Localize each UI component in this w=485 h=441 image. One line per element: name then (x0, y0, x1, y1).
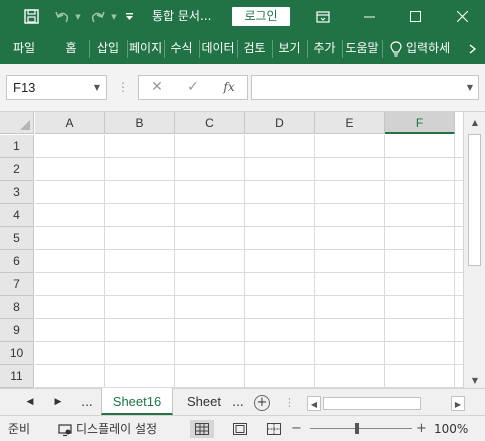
formula-bar-grip-icon[interactable]: ⋮ (117, 77, 129, 97)
expand-formula-bar-icon[interactable]: ▼ (467, 76, 473, 99)
row-header[interactable]: 5 (0, 227, 34, 250)
horizontal-scrollbar[interactable]: ◀ ▶ (307, 396, 465, 411)
status-bar: 준비 디스플레이 설정 − + 100% (0, 415, 485, 441)
save-icon[interactable] (20, 0, 42, 33)
tab-split-grip-icon[interactable]: ⋮ (284, 389, 295, 416)
chevron-down-icon[interactable]: ▼ (94, 76, 100, 99)
vertical-scrollbar[interactable]: ▲ ▼ (463, 112, 485, 388)
zoom-out-button[interactable]: − (291, 416, 302, 441)
ribbon-divider (127, 40, 128, 58)
add-sheet-icon[interactable]: + (254, 395, 270, 411)
tab-home[interactable]: 홈 (56, 33, 86, 64)
select-all-icon (20, 120, 30, 130)
redo-icon[interactable] (86, 0, 110, 33)
scroll-up-icon[interactable]: ▲ (468, 116, 482, 130)
row-header[interactable]: 11 (0, 365, 34, 388)
scroll-left-icon[interactable]: ◀ (307, 396, 321, 411)
name-box[interactable]: F13 ▼ (6, 75, 107, 100)
customize-qat-icon[interactable] (122, 0, 136, 33)
tab-review[interactable]: 검토 (239, 33, 270, 64)
ready-status: 준비 (8, 422, 31, 436)
normal-view-icon[interactable] (190, 420, 214, 438)
row-header[interactable]: 1 (0, 135, 34, 158)
more-sheets-right[interactable]: ... (230, 389, 246, 416)
prev-sheet-icon[interactable]: ◀ (24, 389, 36, 416)
ribbon-divider (237, 40, 238, 58)
zoom-slider[interactable] (310, 428, 412, 429)
tab-data[interactable]: 데이터 (201, 33, 235, 64)
worksheet-grid: A B C D E F 1 2 3 4 5 6 7 8 9 10 11 (0, 112, 463, 388)
title-bar: ▼ ▼ 통합 문서... 로그인 (0, 0, 485, 33)
row-header[interactable]: 8 (0, 296, 34, 319)
scroll-down-icon[interactable]: ▼ (468, 374, 482, 388)
ribbon-divider (272, 40, 273, 58)
display-settings-icon[interactable] (58, 416, 72, 441)
column-header-b[interactable]: B (105, 112, 175, 134)
close-icon[interactable] (439, 0, 485, 33)
display-settings-button[interactable]: 디스플레이 설정 (76, 416, 157, 441)
row-header[interactable]: 2 (0, 158, 34, 181)
column-header-c[interactable]: C (175, 112, 245, 134)
next-sheet-icon[interactable]: ▶ (52, 389, 64, 416)
maximize-icon[interactable] (392, 0, 438, 33)
minimize-icon[interactable] (346, 0, 392, 33)
ribbon-display-icon[interactable] (300, 0, 346, 33)
tab-formulas[interactable]: 수식 (166, 33, 197, 64)
column-header-f[interactable]: F (385, 112, 455, 134)
scroll-right-icon[interactable]: ▶ (451, 396, 465, 411)
sheet-tab-bar: ◀ ▶ ... Sheet16 Sheet ... + ⋮ ◀ ▶ (0, 388, 485, 415)
column-header-a[interactable]: A (35, 112, 105, 134)
cell-area[interactable] (35, 135, 463, 388)
ribbon-divider (307, 40, 308, 58)
tab-insert[interactable]: 삽입 (91, 33, 125, 64)
redo-dropdown-icon[interactable]: ▼ (110, 0, 118, 33)
cancel-icon[interactable]: ✕ (147, 76, 167, 99)
zoom-in-button[interactable]: + (416, 416, 427, 441)
zoom-slider-thumb[interactable] (355, 423, 359, 434)
vertical-scroll-thumb[interactable] (468, 134, 481, 266)
insert-function-icon[interactable]: fx (217, 76, 241, 99)
sheet-tab-active[interactable]: Sheet16 (101, 388, 173, 415)
row-header[interactable]: 10 (0, 342, 34, 365)
ribbon-divider (342, 40, 343, 58)
row-header[interactable]: 3 (0, 181, 34, 204)
column-header-d[interactable]: D (245, 112, 315, 134)
tab-view[interactable]: 보기 (274, 33, 305, 64)
more-sheets-left[interactable]: ... (78, 389, 96, 416)
tab-page-layout[interactable]: 페이지 (129, 33, 162, 64)
tab-help[interactable]: 도움말 (344, 33, 380, 64)
undo-icon[interactable] (50, 0, 74, 33)
row-header[interactable]: 6 (0, 250, 34, 273)
zoom-level[interactable]: 100% (434, 416, 468, 441)
formula-bar: F13 ▼ ⋮ ✕ ✓ fx ▼ (0, 64, 485, 112)
name-box-value: F13 (13, 80, 36, 95)
document-title: 통합 문서... (152, 9, 212, 23)
page-layout-view-icon[interactable] (228, 420, 252, 438)
tell-me-search[interactable]: 입력하세 (406, 33, 460, 64)
ribbon-divider (382, 40, 383, 58)
ribbon-tabs-overflow-icon[interactable] (466, 33, 480, 64)
enter-check-icon[interactable]: ✓ (183, 76, 203, 99)
ribbon-tabs: 파일 홈 삽입 페이지 수식 데이터 검토 보기 추가 도움말 입력하세 (0, 33, 485, 64)
tab-file[interactable]: 파일 (8, 33, 40, 64)
login-button[interactable]: 로그인 (232, 7, 290, 26)
page-break-preview-icon[interactable] (262, 420, 286, 438)
select-all-button[interactable] (0, 112, 34, 134)
column-header-e[interactable]: E (315, 112, 385, 134)
row-header[interactable]: 7 (0, 273, 34, 296)
tab-add-ins[interactable]: 추가 (309, 33, 340, 64)
horizontal-scroll-thumb[interactable] (323, 397, 421, 410)
formula-input[interactable]: ▼ (251, 75, 479, 100)
sheet-tab[interactable]: Sheet (178, 388, 230, 415)
row-header[interactable]: 9 (0, 319, 34, 342)
lightbulb-icon[interactable] (389, 33, 403, 64)
ribbon-divider (199, 40, 200, 58)
ribbon-divider (164, 40, 165, 58)
ribbon-divider (89, 40, 90, 58)
formula-actions: ✕ ✓ fx (138, 75, 248, 100)
row-header[interactable]: 4 (0, 204, 34, 227)
undo-dropdown-icon[interactable]: ▼ (74, 0, 82, 33)
